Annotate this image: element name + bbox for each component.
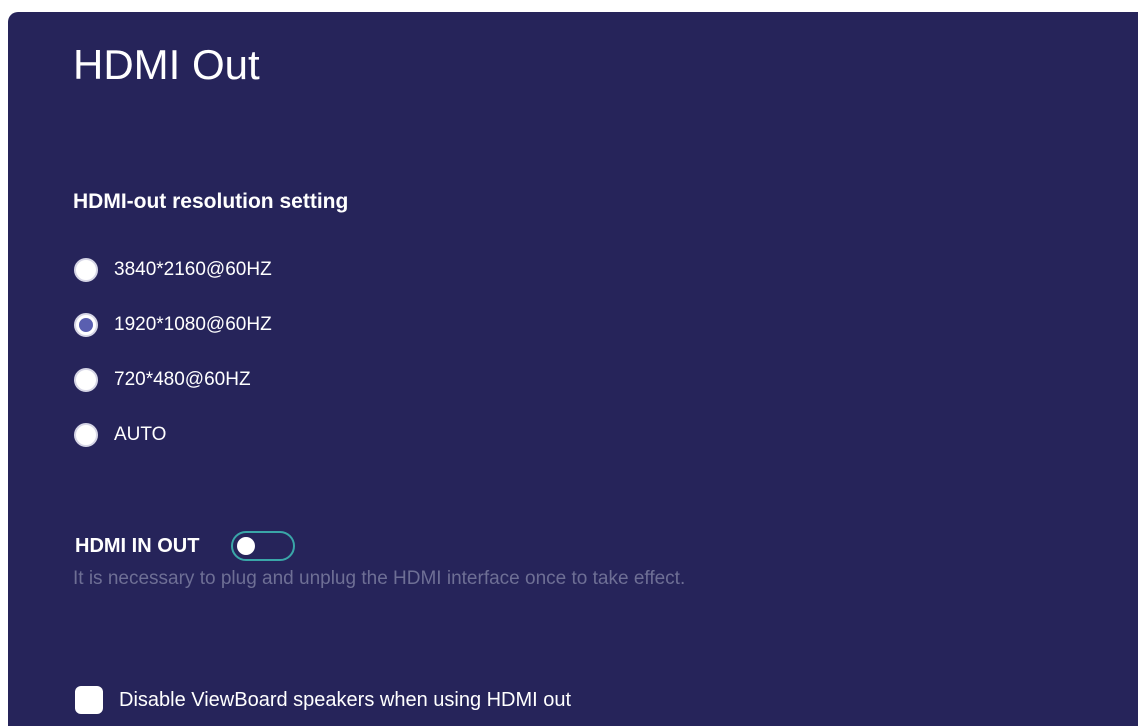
radio-button[interactable] [74, 368, 98, 392]
radio-button[interactable] [74, 423, 98, 447]
hdmi-in-out-hint: It is necessary to plug and unplug the H… [73, 568, 686, 589]
hdmi-in-out-toggle[interactable] [231, 531, 296, 561]
resolution-option-label: 720*480@60HZ [114, 369, 251, 390]
resolution-option-label: 1920*1080@60HZ [114, 314, 272, 335]
resolution-option-label: AUTO [114, 424, 167, 445]
resolution-option-1920x1080[interactable]: 1920*1080@60HZ [74, 310, 272, 340]
hdmi-in-out-label: HDMI IN OUT [75, 534, 200, 557]
resolution-section-heading: HDMI-out resolution setting [73, 190, 349, 213]
radio-button-selected[interactable] [74, 313, 98, 337]
resolution-option-label: 3840*2160@60HZ [114, 259, 272, 280]
resolution-option-3840x2160[interactable]: 3840*2160@60HZ [74, 255, 272, 285]
resolution-option-auto[interactable]: AUTO [74, 420, 166, 450]
page-title: HDMI Out [73, 41, 260, 88]
resolution-option-720x480[interactable]: 720*480@60HZ [74, 365, 251, 395]
toggle-knob [237, 537, 256, 555]
radio-button[interactable] [74, 258, 98, 282]
disable-speakers-checkbox[interactable] [75, 686, 103, 714]
hdmi-out-settings-panel: HDMI Out HDMI-out resolution setting 384… [8, 12, 1138, 726]
hdmi-in-out-row: HDMI IN OUT [75, 530, 296, 562]
disable-speakers-label: Disable ViewBoard speakers when using HD… [119, 688, 572, 711]
disable-speakers-option[interactable]: Disable ViewBoard speakers when using HD… [75, 684, 571, 716]
